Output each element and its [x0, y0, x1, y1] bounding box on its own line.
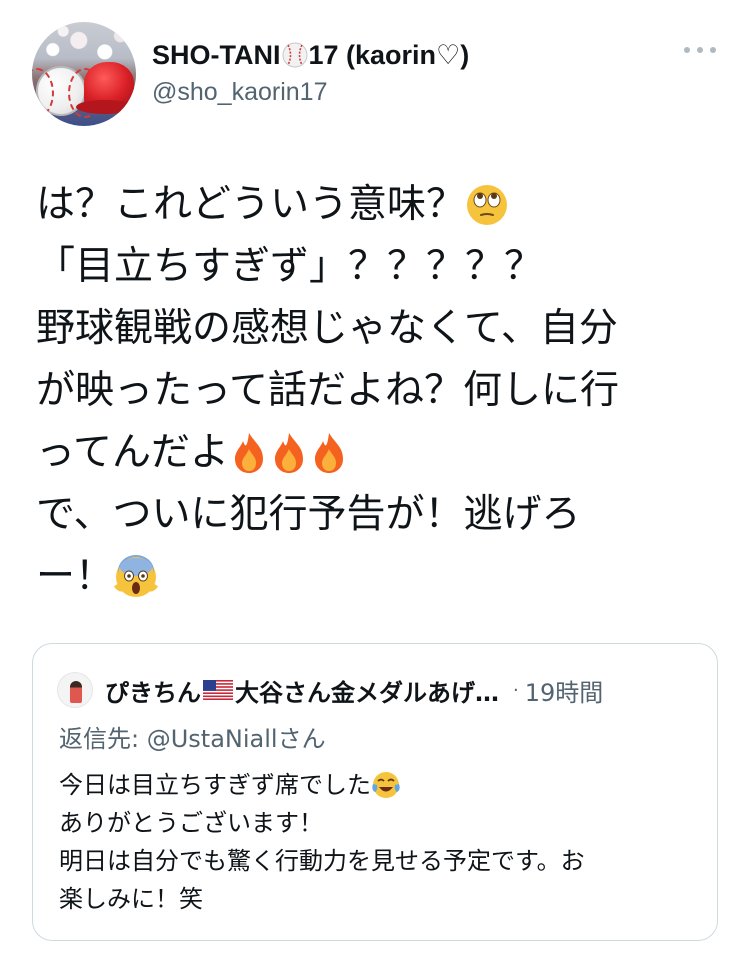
fire-icon — [275, 433, 304, 473]
tweet-line-text: が映ったって話だよね？何しに行 — [36, 368, 620, 413]
quoted-author-avatar[interactable] — [57, 672, 93, 708]
quoted-tweet-line: 明日は自分でも驚く行動力を見せる予定です。お — [59, 842, 699, 880]
tweet-line-text: 「目立ちすぎず」？？？？？ — [36, 244, 544, 289]
more-dot — [684, 47, 690, 53]
tweet-line: ー！ — [36, 546, 716, 608]
quoted-tweet-time[interactable]: 19時間 — [525, 673, 604, 708]
quoted-author-name[interactable]: ぴきちん 大谷さん金メダルあげ… — [105, 673, 499, 708]
face-screaming-in-fear-icon — [114, 555, 159, 597]
baseball-icon — [282, 42, 307, 68]
tweet-line: 「目立ちすぎず」？？？？？ — [36, 236, 716, 298]
quoted-tweet-line: 今日は目立ちすぎず席でした — [59, 766, 699, 804]
tweet-line-text: 野球観戦の感想じゃなくて、自分 — [36, 306, 618, 351]
face-with-rolling-eyes-icon — [467, 185, 508, 225]
quoted-name-prefix: ぴきちん — [105, 678, 201, 707]
more-dot — [710, 47, 716, 53]
tweet-line: が映ったって話だよね？何しに行 — [36, 360, 716, 422]
us-flag-icon — [203, 680, 233, 700]
quoted-tweet-header: ぴきちん 大谷さん金メダルあげ… · 19時間 — [105, 672, 603, 708]
tweet-line: 野球観戦の感想じゃなくて、自分 — [36, 298, 716, 360]
quoted-line-text: 楽しみに！笑 — [59, 885, 203, 913]
quoted-tweet-line: 楽しみに！笑 — [59, 880, 699, 918]
separator-dot: · — [513, 679, 519, 701]
fire-icon — [235, 433, 264, 473]
avatar-helmet-bill — [76, 100, 134, 114]
quoted-name-suffix: 大谷さん金メダルあげ… — [235, 678, 499, 707]
quoted-line-text: ありがとうございます！ — [59, 809, 323, 837]
quoted-tweet-text: 今日は目立ちすぎず席でした ありがとうございます！ 明日は自分でも驚く行動力を見… — [59, 766, 699, 918]
tweet-line-text: ー！ — [36, 554, 115, 599]
more-dot — [697, 47, 703, 53]
quoted-tweet-line: ありがとうございます！ — [59, 804, 699, 842]
tweet-line-text: で、ついに犯行予告が！逃げろ — [36, 492, 581, 537]
quoted-line-text: 今日は目立ちすぎず席でした — [59, 771, 371, 799]
quoted-line-text: 明日は自分でも驚く行動力を見せる予定です。お — [59, 847, 585, 875]
author-avatar[interactable] — [32, 22, 136, 126]
tweet-line: で、ついに犯行予告が！逃げろ — [36, 484, 716, 546]
display-name-prefix: SHO-TANI — [152, 40, 281, 70]
face-with-tears-of-joy-icon — [372, 772, 400, 798]
tweet-line: ってんだよ — [36, 422, 716, 484]
avatar-blossom-background — [32, 22, 136, 68]
author-display-name[interactable]: SHO-TANI 17 (kaorin♡) — [152, 38, 469, 72]
quoted-tweet-card[interactable]: ぴきちん 大谷さん金メダルあげ… · 19時間 返信先: @UstaNiallさ… — [32, 643, 718, 941]
more-options-icon[interactable] — [684, 40, 716, 60]
reply-to-label[interactable]: 返信先: @UstaNiallさん — [59, 722, 326, 756]
author-handle[interactable]: @sho_kaorin17 — [152, 76, 328, 108]
tweet-text: は？これどういう意味？ 「目立ちすぎず」？？？？？ 野球観戦の感想じゃなくて、自… — [36, 174, 716, 608]
fire-icon — [315, 433, 344, 473]
tweet-line-text: は？これどういう意味？ — [36, 182, 466, 227]
tweet-line: は？これどういう意味？ — [36, 174, 716, 236]
display-name-suffix: 17 (kaorin♡) — [308, 40, 470, 70]
tweet-line-text: ってんだよ — [36, 430, 230, 475]
